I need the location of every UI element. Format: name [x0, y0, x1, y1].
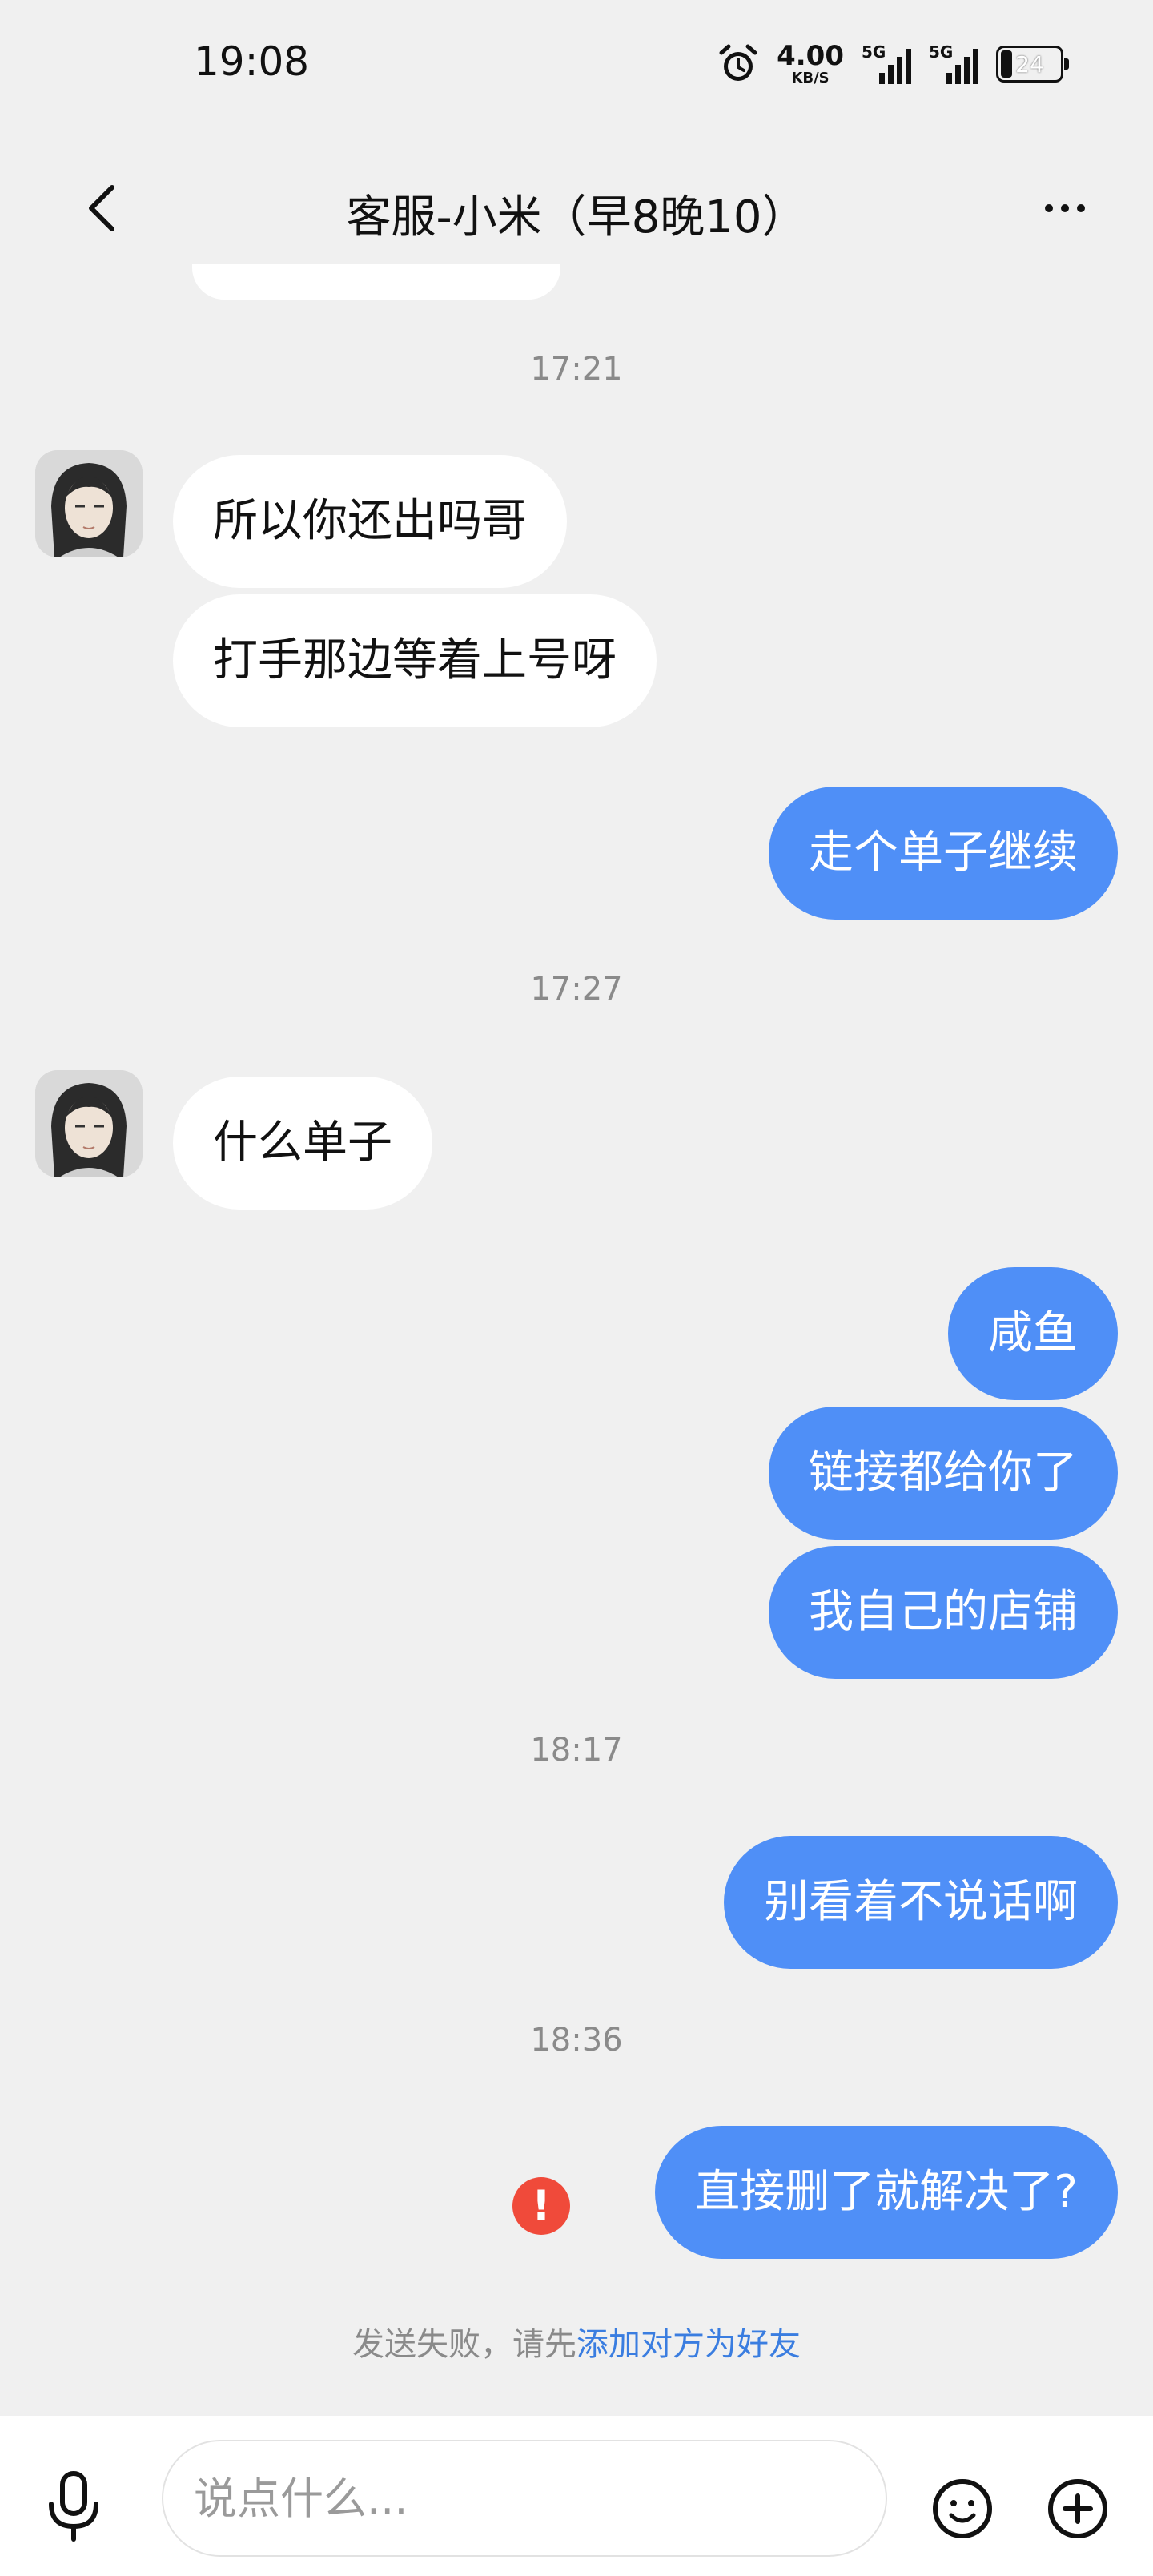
signal-icon: 5G [862, 42, 911, 84]
outgoing-message[interactable]: 我自己的店铺 [769, 1546, 1118, 1679]
avatar[interactable] [35, 1070, 143, 1177]
emoji-button[interactable] [930, 2477, 994, 2541]
more-actions-button[interactable] [1046, 2477, 1110, 2541]
more-dots-icon [1045, 204, 1053, 212]
avatar-image [35, 1070, 143, 1177]
outgoing-message-failed[interactable]: 直接删了就解决了? [655, 2126, 1118, 2259]
previous-message-bubble [192, 264, 560, 300]
timestamp: 17:21 [530, 351, 623, 388]
incoming-message[interactable]: 所以你还出吗哥 [173, 455, 567, 588]
plus-icon [1048, 2479, 1107, 2538]
incoming-message[interactable]: 打手那边等着上号呀 [173, 594, 657, 727]
voice-button[interactable] [42, 2469, 106, 2544]
emoji-icon [933, 2479, 992, 2538]
incoming-message[interactable]: 什么单子 [173, 1077, 432, 1210]
battery-level: 24 [1015, 51, 1044, 78]
send-failed-text: 发送失败，请先 [352, 2326, 576, 2363]
timestamp: 17:27 [530, 971, 623, 1008]
outgoing-message[interactable]: 别看着不说话啊 [724, 1836, 1118, 1969]
battery-icon: 24 [996, 46, 1069, 83]
avatar-image [35, 450, 143, 557]
chat-header: 客服-小米（早8晚10） [0, 144, 1153, 272]
timestamp: 18:36 [530, 2022, 623, 2059]
add-friend-link[interactable]: 添加对方为好友 [576, 2326, 801, 2363]
alarm-icon [719, 44, 757, 81]
network-speed: 4.00 KB/S [777, 42, 844, 86]
chat-title: 客服-小米（早8晚10） [346, 191, 807, 244]
status-time: 19:08 [194, 38, 310, 85]
status-bar: 19:08 4.00 KB/S 5G 5G 24 [0, 0, 1153, 128]
net-speed-unit: KB/S [791, 70, 830, 87]
status-icons: 4.00 KB/S 5G 5G 24 [717, 40, 1069, 88]
send-failed-icon[interactable]: ! [512, 2177, 570, 2235]
avatar[interactable] [35, 450, 143, 557]
outgoing-message[interactable]: 走个单子继续 [769, 787, 1118, 920]
net-speed-value: 4.00 [777, 40, 844, 72]
input-bar [0, 2416, 1153, 2576]
send-failed-notice: 发送失败，请先添加对方为好友 [0, 2318, 1153, 2365]
message-input[interactable] [162, 2440, 887, 2557]
signal-icon: 5G [929, 42, 978, 84]
microphone-icon [49, 2471, 98, 2542]
outgoing-message[interactable]: 咸鱼 [948, 1267, 1118, 1400]
more-button[interactable] [1025, 176, 1105, 240]
timestamp: 18:17 [530, 1732, 623, 1769]
outgoing-message[interactable]: 链接都给你了 [769, 1407, 1118, 1540]
